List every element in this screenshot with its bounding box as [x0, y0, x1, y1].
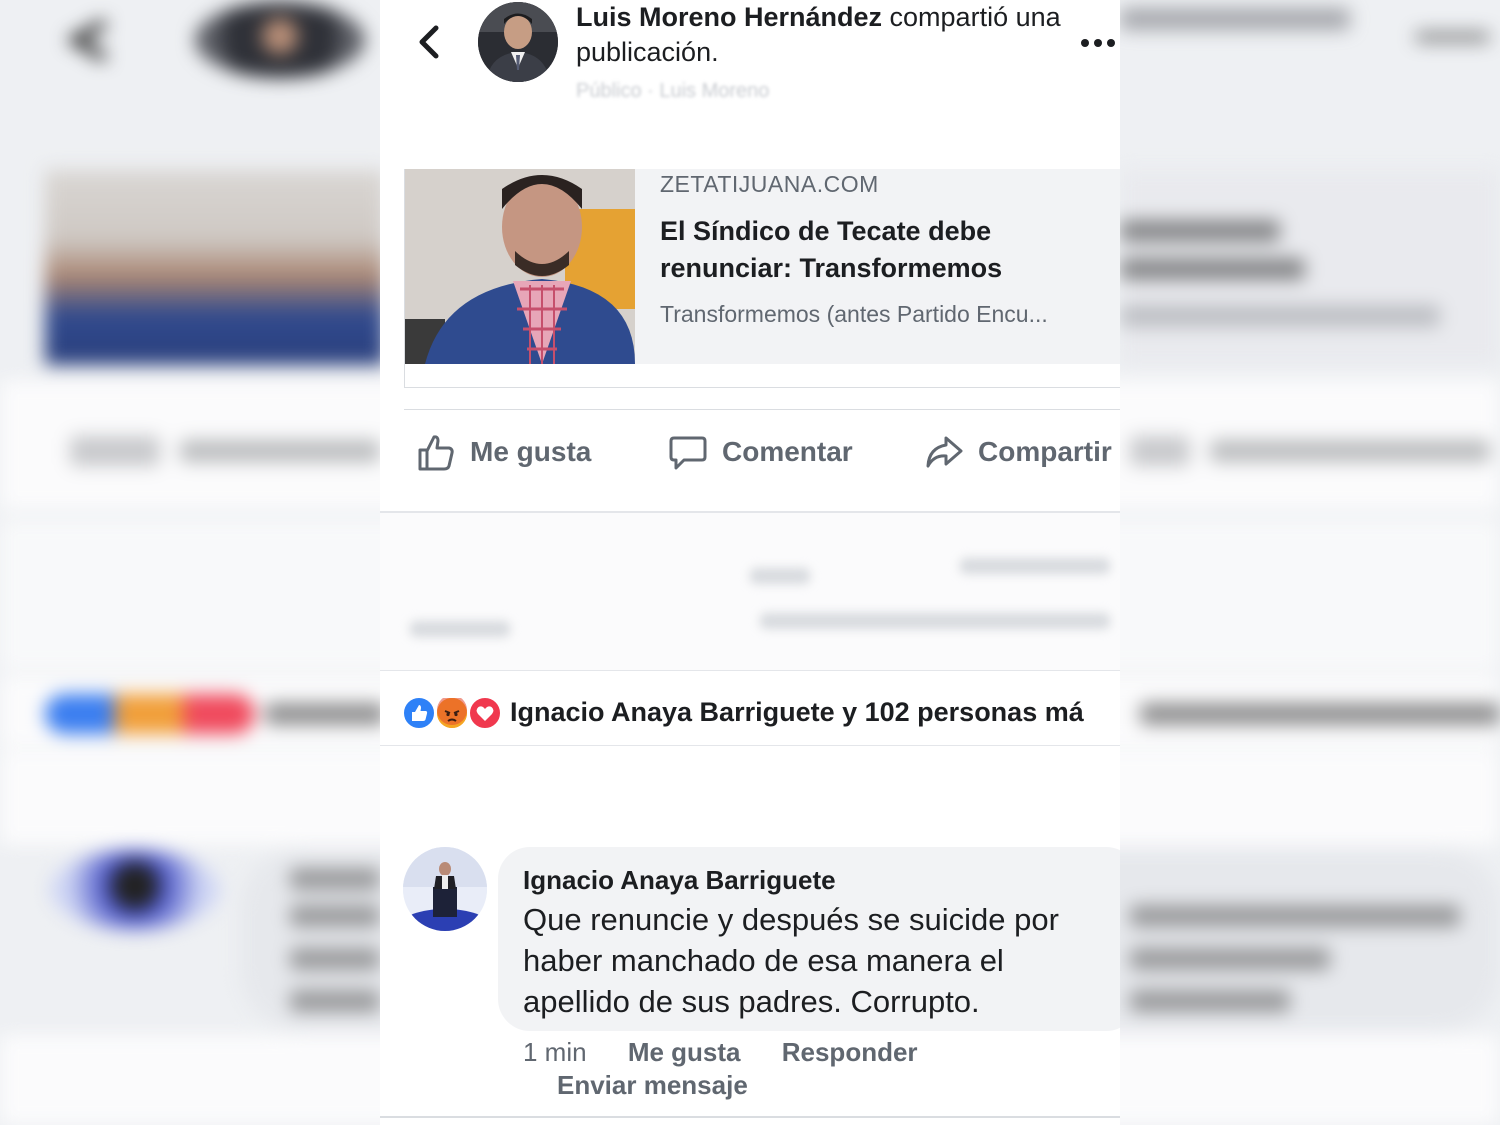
- angry-icon: [435, 695, 469, 730]
- link-preview-card[interactable]: ZETATIJUANA.COM El Síndico de Tecate deb…: [404, 169, 1120, 388]
- blurred-content-area: [380, 513, 1120, 671]
- share-arrow-icon: [926, 436, 963, 468]
- blurred-photo: [45, 170, 385, 365]
- commenter-photo-icon: [403, 847, 487, 931]
- article-photo-icon: [405, 169, 635, 364]
- link-domain: ZETATIJUANA.COM: [660, 171, 879, 197]
- post-action-bar: Me gusta Comentar Compartir: [404, 409, 1120, 493]
- commenter-name[interactable]: Ignacio Anaya Barriguete: [523, 865, 836, 896]
- post-header: Luis Moreno Hernández compartió una publ…: [380, 0, 1120, 110]
- commenter-avatar[interactable]: [403, 847, 487, 931]
- author-photo-icon: [478, 2, 558, 82]
- blurred-comment-avatar: [50, 850, 220, 930]
- share-label: Compartir: [978, 436, 1112, 467]
- comment-bubble: Ignacio Anaya Barriguete Que renuncie y …: [498, 847, 1120, 1031]
- blurred-reactions: [45, 694, 255, 734]
- blurred-avatar: [195, 2, 365, 78]
- reactions-summary-text[interactable]: Ignacio Anaya Barriguete y 102 personas …: [510, 697, 1084, 728]
- like-button[interactable]: Me gusta: [416, 428, 591, 476]
- reactions-summary[interactable]: Ignacio Anaya Barriguete y 102 personas …: [380, 670, 1120, 746]
- comment-label: Comentar: [722, 436, 853, 467]
- post-author-name[interactable]: Luis Moreno Hernández: [576, 2, 882, 32]
- comment-text: Que renuncie y después se suicide por ha…: [523, 902, 1059, 1019]
- thumbs-up-icon: [418, 435, 454, 471]
- link-thumbnail: [405, 169, 635, 364]
- bottom-divider: [380, 1116, 1120, 1118]
- comment-like-button[interactable]: Me gusta: [628, 1037, 741, 1068]
- comment: Ignacio Anaya Barriguete Que renuncie y …: [380, 845, 1120, 1115]
- blurred-back-icon: [66, 19, 108, 62]
- more-options-icon[interactable]: [1080, 30, 1120, 50]
- comment-bubble-icon: [669, 436, 707, 470]
- comment-button[interactable]: Comentar: [668, 428, 853, 476]
- like-icon: [402, 696, 436, 730]
- comment-meta: 1 min Me gusta Responder: [523, 1037, 918, 1068]
- like-label: Me gusta: [470, 436, 592, 467]
- share-button[interactable]: Compartir: [924, 428, 1112, 476]
- back-arrow-icon[interactable]: [412, 22, 448, 62]
- comment-time: 1 min: [523, 1037, 587, 1067]
- link-description: Transformemos (antes Partido Encu...: [660, 301, 1048, 327]
- spacer: [380, 747, 1120, 842]
- post-header-text: Luis Moreno Hernández compartió una publ…: [576, 0, 1076, 70]
- author-avatar[interactable]: [478, 2, 558, 82]
- love-icon: [468, 696, 502, 730]
- send-message-button[interactable]: Enviar mensaje: [557, 1070, 748, 1101]
- reaction-icons: [402, 695, 502, 730]
- link-title[interactable]: El Síndico de Tecate debe renunciar: Tra…: [660, 213, 1100, 287]
- post-column: Luis Moreno Hernández compartió una publ…: [380, 0, 1120, 1125]
- comment-reply-button[interactable]: Responder: [782, 1037, 918, 1068]
- post-subtext: Público · Luis Moreno: [576, 80, 770, 102]
- link-meta: ZETATIJUANA.COM El Síndico de Tecate deb…: [635, 169, 1120, 364]
